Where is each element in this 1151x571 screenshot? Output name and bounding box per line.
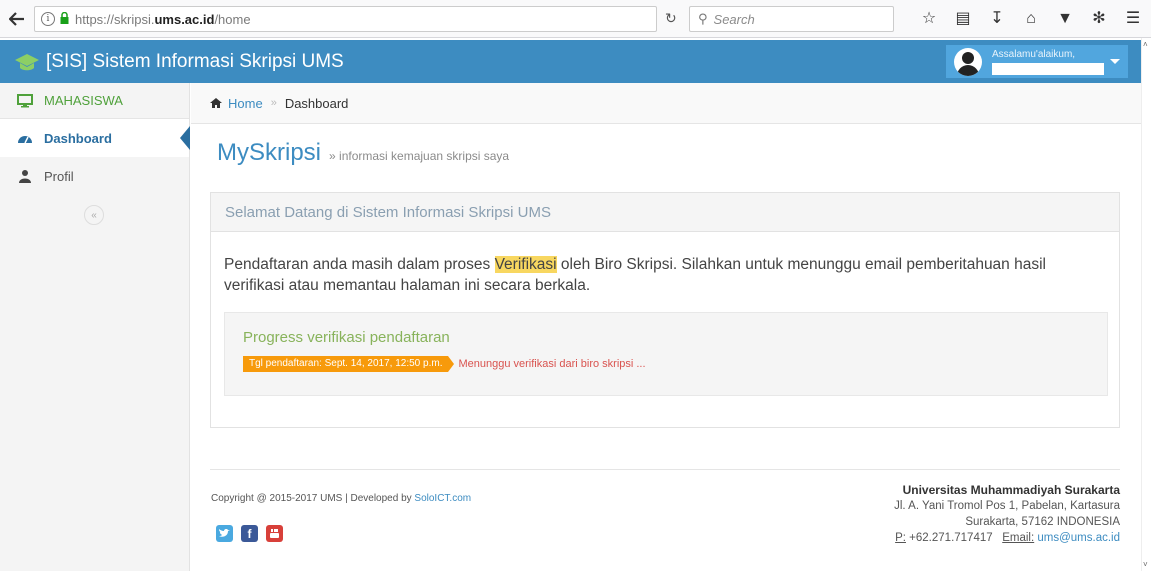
footer: Copyright @ 2015-2017 UMS | Developed by… <box>210 469 1120 569</box>
breadcrumb: Home » Dashboard <box>191 83 1141 124</box>
welcome-panel: Selamat Datang di Sistem Informasi Skrip… <box>210 192 1120 428</box>
scroll-down-icon[interactable]: ˅ <box>1143 560 1148 569</box>
reading-list-icon[interactable]: ▤ <box>946 8 980 30</box>
extension-icon[interactable]: ✻ <box>1082 8 1116 30</box>
sidebar-section-label: MAHASISWA <box>44 93 123 108</box>
address-bar[interactable]: i https://skripsi.ums.ac.id/home <box>34 6 657 32</box>
breadcrumb-current: Dashboard <box>284 95 349 111</box>
progress-box: Progress verifikasi pendaftaran Tgl pend… <box>224 312 1108 396</box>
facebook-icon[interactable]: f <box>241 525 258 542</box>
sidebar-section-mahasiswa: MAHASISWA <box>0 83 189 119</box>
page-subtitle: » informasi kemajuan skripsi saya <box>329 149 510 163</box>
breadcrumb-home[interactable]: Home <box>209 96 263 111</box>
social-links: f <box>216 525 283 542</box>
university-info: Universitas Muhammadiyah Surakarta Jl. A… <box>894 482 1120 546</box>
home-icon <box>210 98 222 108</box>
user-icon <box>16 169 34 183</box>
user-menu[interactable]: Assalamu'alaikum, <box>946 45 1128 78</box>
search-placeholder: Search <box>713 11 755 27</box>
bookmark-star-icon[interactable]: ☆ <box>912 8 946 30</box>
copyright: Copyright @ 2015-2017 UMS | Developed by… <box>211 493 471 504</box>
email-link[interactable]: ums@ums.ac.id <box>1034 532 1120 544</box>
url-domain: ums.ac.id <box>154 11 215 27</box>
contact-line: P: +62.271.717417 Email: ums@ums.ac.id <box>894 530 1120 546</box>
breadcrumb-home-label: Home <box>228 95 263 111</box>
back-arrow-icon[interactable] <box>6 8 28 30</box>
browser-toolbar: i https://skripsi.ums.ac.id/home ↻ ⚲ Sea… <box>0 0 1151 38</box>
url-prefix: https://skripsi. <box>75 11 155 27</box>
url-text: https://skripsi.ums.ac.id/home <box>75 12 251 27</box>
youtube-icon[interactable] <box>266 525 283 542</box>
sidebar-item-profil[interactable]: Profil <box>0 157 189 195</box>
developer-link[interactable]: SoloICT.com <box>414 493 471 504</box>
university-name: Universitas Muhammadiyah Surakarta <box>902 483 1120 497</box>
menu-icon[interactable]: ☰ <box>1116 8 1150 30</box>
user-greeting: Assalamu'alaikum, <box>992 48 1076 60</box>
main-content: Home » Dashboard MySkripsi » informasi k… <box>191 83 1141 571</box>
breadcrumb-separator: » <box>270 97 277 109</box>
address-line-2: Surakarta, 57162 INDONESIA <box>965 516 1120 528</box>
page-header: MySkripsi » informasi kemajuan skripsi s… <box>217 139 509 167</box>
monitor-icon <box>16 93 34 108</box>
sidebar-item-label: Dashboard <box>44 130 112 146</box>
scroll-up-icon[interactable]: ˄ <box>1143 40 1148 49</box>
vertical-scrollbar[interactable]: ˄ ˅ <box>1141 38 1151 571</box>
phone-label: P: <box>895 532 906 544</box>
app-header: [SIS] Sistem Informasi Skripsi UMS Assal… <box>0 40 1141 83</box>
app-title[interactable]: [SIS] Sistem Informasi Skripsi UMS <box>46 51 344 73</box>
lock-icon <box>60 11 69 27</box>
waiting-status: Menunggu verifikasi dari biro skripsi ..… <box>458 358 646 370</box>
pocket-icon[interactable]: ▼ <box>1048 8 1082 30</box>
caret-down-icon <box>1110 59 1120 64</box>
twitter-icon[interactable] <box>216 525 233 542</box>
sidebar: MAHASISWA Dashboard Profil « <box>0 83 190 571</box>
registration-date-tag: Tgl pendaftaran: Sept. 14, 2017, 12:50 p… <box>243 356 455 372</box>
address-line-1: Jl. A. Yani Tromol Pos 1, Pabelan, Karta… <box>894 500 1120 512</box>
dashboard-icon <box>16 131 34 145</box>
reload-icon[interactable]: ↻ <box>665 10 677 27</box>
info-icon[interactable]: i <box>41 12 55 26</box>
graduation-cap-icon <box>15 53 39 70</box>
page-title: MySkripsi <box>217 139 322 166</box>
avatar <box>954 47 982 76</box>
panel-heading: Selamat Datang di Sistem Informasi Skrip… <box>211 193 1119 232</box>
notice-text-before: Pendaftaran anda masih dalam proses <box>224 256 495 273</box>
verification-notice: Pendaftaran anda masih dalam proses Veri… <box>224 254 1106 296</box>
browser-toolbar-icons: ☆ ▤ ↧ ⌂ ▼ ✻ ☰ <box>912 8 1150 30</box>
email-label: Email: <box>1002 532 1035 544</box>
search-icon: ⚲ <box>698 11 708 26</box>
home-icon[interactable]: ⌂ <box>1014 8 1048 30</box>
user-name-redacted <box>992 62 1104 75</box>
download-icon[interactable]: ↧ <box>980 8 1014 30</box>
notice-highlight: Verifikasi <box>494 256 557 273</box>
copyright-text: Copyright @ 2015-2017 UMS | Developed by <box>211 493 415 504</box>
progress-title: Progress verifikasi pendaftaran <box>243 329 450 346</box>
sidebar-collapse-button[interactable]: « <box>84 205 104 225</box>
url-path: /home <box>214 11 251 27</box>
search-input[interactable]: ⚲ Search <box>689 6 894 32</box>
sidebar-item-label: Profil <box>44 168 74 184</box>
sidebar-item-dashboard[interactable]: Dashboard <box>0 119 190 157</box>
phone-number: +62.271.717417 <box>905 532 993 544</box>
